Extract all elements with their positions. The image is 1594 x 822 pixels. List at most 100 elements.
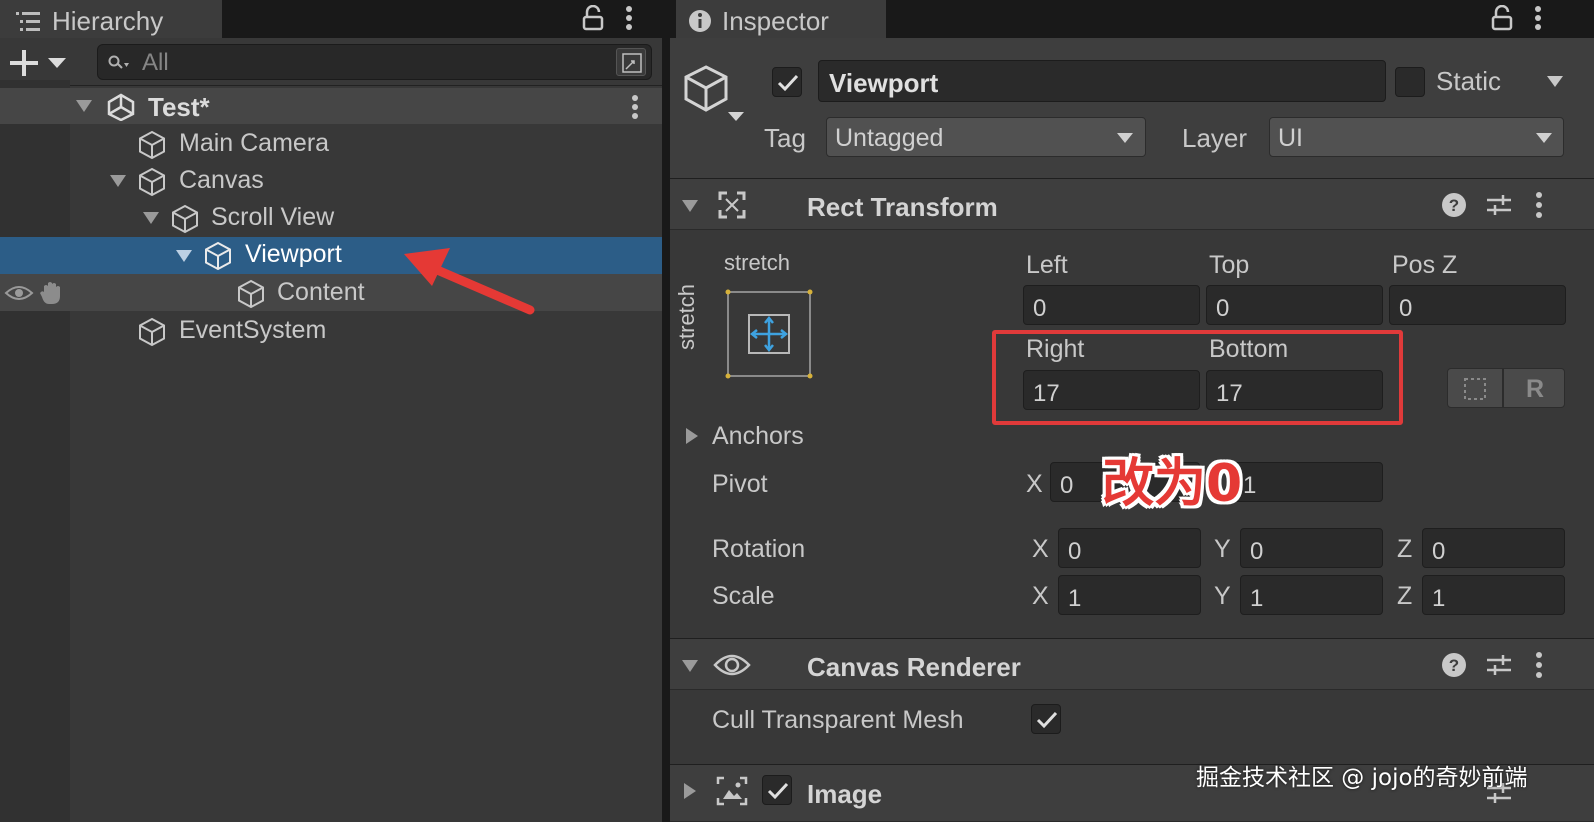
- hierarchy-item-label: Content: [277, 278, 365, 306]
- object-name-field[interactable]: Viewport: [818, 60, 1386, 102]
- top-field[interactable]: 0: [1206, 285, 1383, 325]
- image-icon: [716, 776, 748, 806]
- add-icon[interactable]: [10, 50, 70, 76]
- hierarchy-item[interactable]: Content: [0, 274, 662, 311]
- scale-y-field[interactable]: 1: [1240, 575, 1383, 615]
- rect-transform-icon: [718, 191, 746, 219]
- list-icon: [16, 12, 40, 31]
- help-icon[interactable]: ?: [1440, 191, 1468, 219]
- expand-arrow-icon[interactable]: [684, 783, 696, 799]
- scene-menu-icon[interactable]: [630, 94, 640, 120]
- hierarchy-item[interactable]: Main Camera: [0, 125, 662, 162]
- rotation-y-value: 0: [1250, 538, 1264, 565]
- checkmark-icon: [767, 782, 789, 800]
- chevron-down-icon: [1536, 133, 1552, 143]
- top-value: 0: [1216, 295, 1230, 322]
- hierarchy-item-label: Scroll View: [211, 203, 335, 231]
- left-field[interactable]: 0: [1023, 285, 1200, 325]
- visibility-eye-icon[interactable]: [4, 284, 34, 302]
- expand-arrow-icon[interactable]: [76, 100, 92, 112]
- image-enabled-checkbox[interactable]: [762, 775, 792, 805]
- expand-arrow-icon[interactable]: [143, 212, 159, 224]
- annotation-highlight-box: [992, 330, 1403, 425]
- rotation-x-axis: X: [1032, 535, 1049, 563]
- scale-y-axis: Y: [1214, 582, 1231, 610]
- layer-value: UI: [1278, 124, 1303, 152]
- search-placeholder: All: [142, 49, 169, 76]
- component-menu-icon[interactable]: [1534, 651, 1562, 679]
- pivot-y-field[interactable]: 1: [1233, 462, 1383, 502]
- anchor-h-label: stretch: [724, 250, 791, 275]
- scale-x-field[interactable]: 1: [1058, 575, 1201, 615]
- hierarchy-item[interactable]: EventSystem: [0, 312, 662, 349]
- lock-icon[interactable]: [582, 5, 604, 31]
- left-label: Left: [1026, 251, 1068, 279]
- rotation-x-value: 0: [1068, 538, 1082, 565]
- annotation-text: 改为0: [1102, 454, 1243, 514]
- inspector-lock-icon[interactable]: [1491, 5, 1513, 31]
- annotation-arrow: [404, 248, 535, 315]
- component-menu-icon[interactable]: [1534, 191, 1562, 219]
- static-dropdown-icon[interactable]: [1547, 76, 1563, 87]
- rotation-z-field[interactable]: 0: [1422, 528, 1565, 568]
- gameobject-icon: [172, 204, 198, 234]
- gameobject-icon: [139, 317, 165, 347]
- gameobject-icon: [205, 241, 231, 271]
- tag-label: Tag: [764, 123, 806, 153]
- collapse-arrow-icon[interactable]: [682, 200, 698, 212]
- chevron-down-icon: [1117, 133, 1133, 143]
- blueprint-mode-button[interactable]: [1447, 368, 1503, 408]
- anchors-expand-icon[interactable]: [686, 428, 698, 444]
- pivot-y-value: 1: [1243, 472, 1257, 499]
- presets-icon[interactable]: [1485, 191, 1513, 219]
- layer-dropdown[interactable]: UI: [1269, 117, 1564, 157]
- scale-z-field[interactable]: 1: [1422, 575, 1565, 615]
- unity-scene-icon: [107, 93, 135, 121]
- search-icon: [108, 55, 129, 69]
- posz-label: Pos Z: [1392, 251, 1458, 279]
- posz-value: 0: [1399, 295, 1413, 322]
- watermark-text: 掘金技术社区 @ jojo的奇妙前端: [1196, 765, 1528, 791]
- gameobject-large-icon[interactable]: [680, 64, 750, 124]
- checkmark-icon: [777, 74, 799, 92]
- rect-transform-header[interactable]: Rect Transform ?: [670, 178, 1594, 230]
- static-checkbox[interactable]: [1395, 67, 1425, 97]
- more-menu-icon[interactable]: [624, 5, 634, 31]
- hierarchy-item[interactable]: Canvas: [0, 162, 662, 199]
- help-icon[interactable]: ?: [1440, 651, 1468, 679]
- pickable-hand-icon[interactable]: [38, 280, 68, 306]
- canvas-renderer-header[interactable]: Canvas Renderer ?: [670, 638, 1594, 690]
- raw-edit-button[interactable]: R: [1503, 368, 1565, 408]
- raw-edit-label: R: [1526, 375, 1545, 403]
- search-input[interactable]: All: [97, 44, 652, 80]
- scale-label: Scale: [712, 582, 775, 610]
- presets-icon[interactable]: [1485, 651, 1513, 679]
- anchor-presets-button[interactable]: [725, 289, 813, 379]
- expand-arrow-icon[interactable]: [176, 250, 192, 262]
- tag-dropdown[interactable]: Untagged: [826, 117, 1146, 157]
- cull-transparent-mesh-checkbox[interactable]: [1031, 704, 1061, 734]
- hierarchy-item-selected[interactable]: Viewport: [0, 237, 662, 274]
- hierarchy-item-label: Main Camera: [179, 129, 330, 157]
- scale-y-value: 1: [1250, 585, 1264, 612]
- inspector-tab[interactable]: Inspector: [676, 0, 886, 38]
- hierarchy-tab[interactable]: Hierarchy: [0, 0, 222, 38]
- rotation-y-field[interactable]: 0: [1240, 528, 1383, 568]
- collapse-arrow-icon[interactable]: [682, 660, 698, 672]
- anchors-label: Anchors: [712, 422, 804, 450]
- posz-field[interactable]: 0: [1389, 285, 1566, 325]
- search-scene-button[interactable]: [616, 48, 646, 76]
- gameobject-icon: [139, 130, 165, 160]
- scene-row[interactable]: Test*: [0, 88, 662, 124]
- rotation-x-field[interactable]: 0: [1058, 528, 1201, 568]
- cull-transparent-mesh-label: Cull Transparent Mesh: [712, 706, 964, 734]
- expand-arrow-icon[interactable]: [110, 175, 126, 187]
- scale-z-value: 1: [1432, 585, 1446, 612]
- panel-divider[interactable]: [662, 0, 670, 822]
- active-checkbox[interactable]: [772, 67, 802, 97]
- svg-text:?: ?: [1449, 656, 1459, 675]
- scale-x-value: 1: [1068, 585, 1082, 612]
- tag-value: Untagged: [835, 124, 944, 152]
- inspector-menu-icon[interactable]: [1533, 5, 1543, 31]
- hierarchy-item[interactable]: Scroll View: [0, 199, 662, 236]
